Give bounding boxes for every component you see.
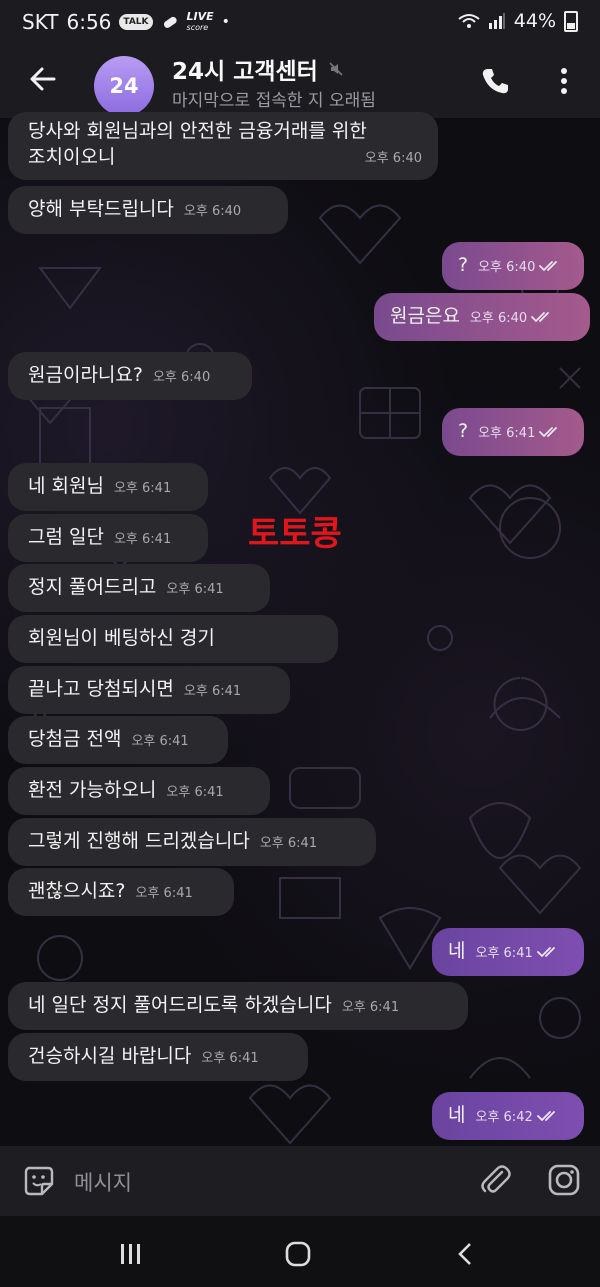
outgoing-message[interactable]: ? 오후 6:40 (442, 242, 584, 290)
nav-back-icon[interactable] (454, 1242, 476, 1266)
incoming-message[interactable]: 괜찮으시죠? 오후 6:41 (8, 868, 234, 916)
last-seen-status: 마지막으로 접속한 지 오래됨 (172, 91, 376, 111)
incoming-message[interactable]: 원금이라니요? 오후 6:40 (8, 352, 252, 400)
system-nav-bar (0, 1216, 600, 1287)
message-text: 양해 부탁드립니다 (28, 198, 174, 220)
message-text: 환전 가능하오니 (28, 779, 157, 801)
message-time: 오후 6:41 (131, 734, 189, 749)
read-checks-icon (535, 254, 563, 276)
talk-badge-icon: TALK (119, 14, 153, 30)
message-text: 원금은요 (390, 305, 460, 327)
mute-icon (329, 62, 343, 76)
message-time: 오후 6:40 (364, 151, 422, 166)
live-score-icon: LIVE score (186, 9, 214, 32)
status-right: 44% (458, 10, 578, 32)
status-bar: SKT 6:56 TALK LIVE score • 44% (0, 0, 600, 46)
message-text: 당첨금 전액 (28, 728, 122, 750)
incoming-message[interactable]: 회원님이 베팅하신 경기 (8, 615, 338, 663)
message-text: 회원님이 베팅하신 경기 (28, 627, 215, 649)
message-time: 오후 6:41 (135, 886, 193, 901)
composer: 메시지 (0, 1146, 600, 1216)
read-checks-icon (527, 305, 555, 327)
message-time: 오후 6:41 (341, 1000, 400, 1015)
read-checks-icon (533, 940, 561, 962)
message-text: 네 회원님 (28, 475, 104, 497)
message-text: ? (458, 420, 469, 442)
wifi-icon (458, 14, 480, 28)
incoming-message[interactable]: 당사와 회원님과의 안전한 금융거래를 위한 조치이오니 오후 6:40 (8, 112, 438, 180)
message-text: 원금이라니요? (28, 364, 143, 386)
avatar[interactable]: 24 (94, 56, 154, 116)
message-time: 오후 6:40 (152, 370, 211, 385)
status-left: SKT 6:56 TALK LIVE score • (22, 10, 230, 34)
outgoing-message[interactable]: 네 오후 6:41 (432, 928, 584, 976)
signal-icon (488, 13, 505, 29)
clock: 6:56 (66, 10, 112, 34)
more-vert-icon[interactable] (552, 64, 576, 98)
home-icon[interactable] (284, 1240, 312, 1268)
sticker-icon[interactable] (22, 1164, 56, 1198)
back-arrow-icon[interactable] (26, 62, 60, 96)
message-time: 오후 6:41 (166, 785, 224, 800)
message-time: 오후 6:41 (113, 481, 172, 496)
incoming-message[interactable]: 환전 가능하오니 오후 6:41 (8, 767, 270, 815)
chat-title: 24시 고객센터 (172, 59, 318, 85)
carrier-label: SKT (22, 10, 59, 34)
recent-apps-icon[interactable] (118, 1243, 144, 1265)
message-time: 오후 6:40 (183, 204, 242, 219)
battery-percent: 44% (513, 10, 556, 32)
incoming-message[interactable]: 그럼 일단 오후 6:41 (8, 514, 208, 562)
status-dot: • (221, 14, 230, 30)
message-time: 오후 6:41 (259, 836, 318, 851)
message-text: 그럼 일단 (28, 526, 104, 548)
message-time: 오후 6:41 (166, 582, 224, 597)
message-text: 끝나고 당첨되시면 (28, 678, 174, 700)
phone-icon[interactable] (478, 64, 512, 98)
message-text: 당사와 회원님과의 안전한 금융거래를 위한 (28, 120, 367, 142)
chat-title-row[interactable]: 24시 고객센터 (172, 52, 344, 86)
incoming-message[interactable]: 끝나고 당첨되시면 오후 6:41 (8, 666, 290, 714)
message-time: 오후 6:41 (201, 1051, 259, 1066)
message-text: 그렇게 진행해 드리겠습니다 (28, 830, 250, 852)
message-time: 오후 6:40 (469, 311, 528, 326)
battery-icon (564, 10, 578, 32)
outgoing-message[interactable]: 네 오후 6:42 (432, 1092, 584, 1140)
pill-icon (163, 16, 177, 28)
outgoing-message[interactable]: ? 오후 6:41 (442, 408, 584, 456)
incoming-message[interactable]: 당첨금 전액 오후 6:41 (8, 716, 228, 764)
message-text: 정지 풀어드리고 (28, 576, 157, 598)
read-checks-icon (535, 420, 563, 442)
message-time: 오후 6:40 (478, 260, 536, 275)
outgoing-message[interactable]: 원금은요 오후 6:40 (374, 293, 590, 341)
message-text: ? (458, 254, 469, 276)
message-time: 오후 6:41 (183, 684, 242, 699)
incoming-message[interactable]: 그렇게 진행해 드리겠습니다 오후 6:41 (8, 818, 376, 866)
message-time: 오후 6:41 (478, 426, 536, 441)
message-text: 건승하시길 바랍니다 (28, 1045, 192, 1067)
message-time: 오후 6:41 (113, 532, 172, 547)
incoming-message[interactable]: 네 회원님 오후 6:41 (8, 463, 208, 511)
chat-header: 24 24시 고객센터 마지막으로 접속한 지 오래됨 (0, 46, 600, 118)
message-text: 네 (448, 940, 466, 962)
watermark: 토토콩 (248, 514, 342, 554)
incoming-message[interactable]: 정지 풀어드리고 오후 6:41 (8, 564, 270, 612)
instagram-camera-icon[interactable] (546, 1162, 582, 1198)
incoming-message[interactable]: 건승하시길 바랍니다 오후 6:41 (8, 1033, 308, 1081)
message-input[interactable]: 메시지 (74, 1167, 132, 1197)
incoming-message[interactable]: 네 일단 정지 풀어드리도록 하겠습니다 오후 6:41 (8, 982, 468, 1030)
read-checks-icon (533, 1104, 561, 1126)
message-time: 오후 6:42 (475, 1110, 533, 1125)
message-text: 네 (448, 1104, 466, 1126)
paperclip-icon[interactable] (478, 1162, 512, 1198)
incoming-message[interactable]: 양해 부탁드립니다 오후 6:40 (8, 186, 288, 234)
message-text: 네 일단 정지 풀어드리도록 하겠습니다 (28, 994, 332, 1016)
message-text: 괜찮으시죠? (28, 880, 126, 902)
message-time: 오후 6:41 (475, 946, 533, 961)
